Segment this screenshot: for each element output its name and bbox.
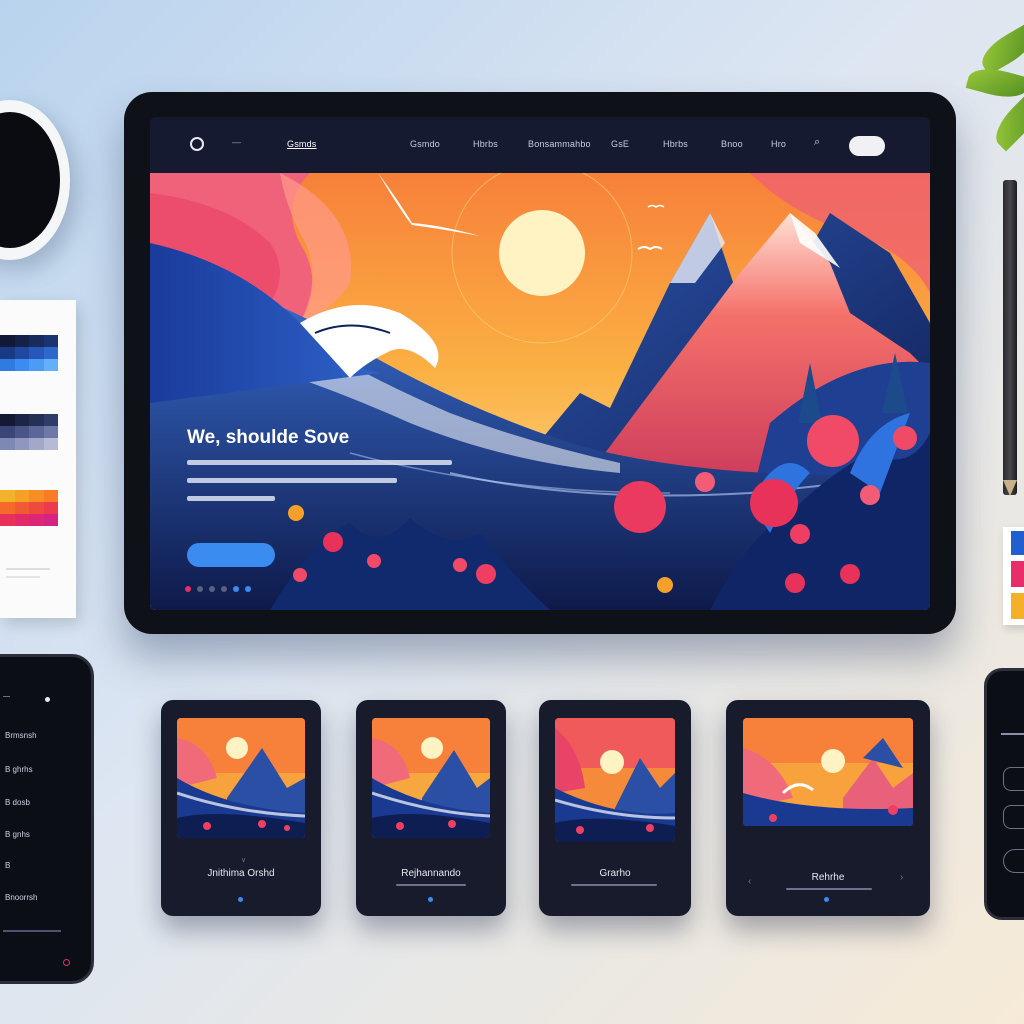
phone-left-item[interactable]: B dosb bbox=[5, 798, 30, 807]
card-subtitle bbox=[786, 888, 872, 890]
card-image bbox=[555, 718, 675, 842]
card-2[interactable]: Rejhannando bbox=[356, 700, 506, 916]
hero-text-line bbox=[187, 460, 452, 465]
card-title: Jnithima Orshd bbox=[207, 868, 275, 879]
nav-item-6[interactable]: Hbrbs bbox=[663, 139, 688, 149]
nav-item-4[interactable]: Bonsammahbo bbox=[528, 139, 591, 149]
phone-right-field[interactable] bbox=[1003, 805, 1024, 829]
phone-record-icon[interactable] bbox=[63, 959, 70, 966]
nav-item-2[interactable]: Gsmdo bbox=[410, 139, 440, 149]
color-palette-card bbox=[0, 300, 76, 618]
card-subtitle bbox=[571, 884, 657, 886]
tablet-screen: — Gsmds Gsmdo Hbrbs Bonsammahbo GsE Hbrb… bbox=[150, 117, 930, 610]
hero-cta-button[interactable] bbox=[187, 543, 275, 567]
phone-right-field[interactable] bbox=[1003, 849, 1024, 873]
card-image bbox=[743, 718, 913, 826]
card-image bbox=[372, 718, 490, 838]
nav-item-7[interactable]: Bnoo bbox=[721, 139, 743, 149]
phone-right-heading bbox=[1001, 733, 1024, 735]
nav-item-1[interactable]: Gsmds bbox=[287, 139, 317, 149]
search-icon[interactable]: ⌕ bbox=[814, 136, 820, 149]
nav-cta-button[interactable] bbox=[849, 136, 885, 156]
phone-right-field[interactable] bbox=[1003, 767, 1024, 791]
logo-icon[interactable] bbox=[190, 137, 204, 151]
top-nav-bar: — Gsmds Gsmdo Hbrbs Bonsammahbo GsE Hbrb… bbox=[150, 117, 930, 173]
phone-left-item[interactable]: Bnoorrsh bbox=[5, 893, 37, 902]
card-title: Rehrhe bbox=[811, 872, 845, 883]
card-image bbox=[177, 718, 305, 838]
phone-left-title: — bbox=[3, 693, 10, 700]
phone-divider bbox=[3, 930, 61, 932]
card-subtitle bbox=[396, 884, 466, 886]
carousel-dot[interactable] bbox=[185, 586, 191, 592]
carousel-dot-active[interactable] bbox=[233, 586, 239, 592]
pencil-tip bbox=[1003, 480, 1017, 496]
phone-left-item[interactable]: B bbox=[5, 861, 10, 870]
card-indicator bbox=[428, 897, 433, 902]
card-indicator bbox=[824, 897, 829, 902]
card-4[interactable]: ‹ › Rehrhe bbox=[726, 700, 930, 916]
carousel-dot[interactable] bbox=[245, 586, 251, 592]
chevron-down-icon: ∨ bbox=[241, 857, 247, 864]
nav-item-8[interactable]: Hro bbox=[771, 139, 786, 149]
phone-left-item[interactable]: B ghrhs bbox=[5, 765, 33, 774]
phone-left-item[interactable]: B gnhs bbox=[5, 830, 30, 839]
card-indicator bbox=[238, 897, 243, 902]
phone-right bbox=[984, 668, 1024, 920]
hero-title: We, shoulde Sove bbox=[187, 427, 350, 448]
hero-text-line bbox=[187, 478, 397, 483]
hero-banner: We, shoulde Sove bbox=[150, 173, 930, 610]
card-3[interactable]: Grarho bbox=[539, 700, 691, 916]
nav-item-5[interactable]: GsE bbox=[611, 139, 629, 149]
nav-item-3[interactable]: Hbrbs bbox=[473, 139, 498, 149]
carousel-dots bbox=[185, 586, 251, 592]
carousel-dot[interactable] bbox=[197, 586, 203, 592]
phone-status-dot bbox=[45, 697, 50, 702]
hero-text-line bbox=[187, 496, 275, 501]
card-1[interactable]: ∨ Jnithima Orshd bbox=[161, 700, 321, 916]
plant-leaves bbox=[965, 22, 1024, 152]
carousel-dot[interactable] bbox=[221, 586, 227, 592]
carousel-dot[interactable] bbox=[209, 586, 215, 592]
phone-left: — Brmsnsh B ghrhs B dosb B gnhs B Bnoorr… bbox=[0, 654, 94, 984]
menu-dash-icon[interactable]: — bbox=[232, 137, 241, 147]
color-chip-card bbox=[1003, 527, 1024, 625]
phone-left-item[interactable]: Brmsnsh bbox=[5, 731, 37, 740]
pencil bbox=[1003, 180, 1017, 495]
card-title: Grarho bbox=[599, 868, 631, 879]
card-title: Rejhannando bbox=[401, 868, 461, 879]
